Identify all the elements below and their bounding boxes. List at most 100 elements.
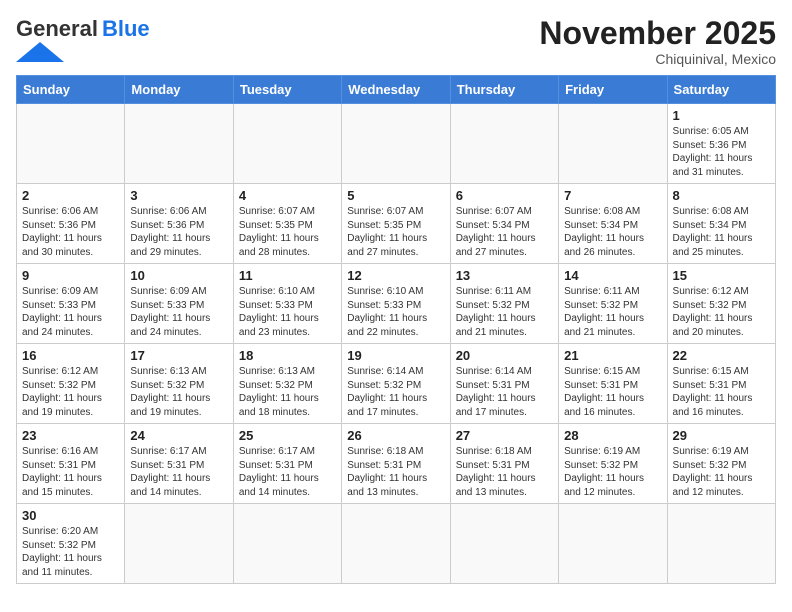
calendar-cell: 27 Sunrise: 6:18 AMSunset: 5:31 PMDayligh… (450, 424, 558, 504)
day-number: 2 (22, 188, 119, 203)
calendar-cell: 13 Sunrise: 6:11 AMSunset: 5:32 PMDayligh… (450, 264, 558, 344)
calendar-cell: 14Sunrise: 6:11 AMSunset: 5:32 PMDayligh… (559, 264, 667, 344)
cell-info: Sunrise: 6:09 AMSunset: 5:33 PMDaylight:… (22, 285, 119, 339)
week-row-3: 9Sunrise: 6:09 AMSunset: 5:33 PMDaylight… (17, 264, 776, 344)
calendar-cell: 29Sunrise: 6:19 AMSunset: 5:32 PMDayligh… (667, 424, 775, 504)
calendar-cell: 3 Sunrise: 6:06 AMSunset: 5:36 PMDaylight… (125, 184, 233, 264)
cell-info: Sunrise: 6:07 AMSunset: 5:35 PMDaylight:… (347, 205, 444, 259)
calendar-cell (667, 504, 775, 584)
cell-info: Sunrise: 6:15 AMSunset: 5:31 PMDaylight:… (673, 365, 770, 419)
calendar-cell: 5 Sunrise: 6:07 AMSunset: 5:35 PMDaylight… (342, 184, 450, 264)
cell-info: Sunrise: 6:17 AMSunset: 5:31 PMDaylight:… (130, 445, 227, 499)
cell-info: Sunrise: 6:18 AMSunset: 5:31 PMDaylight:… (456, 445, 553, 499)
day-number: 19 (347, 348, 444, 363)
calendar-cell: 17Sunrise: 6:13 AMSunset: 5:32 PMDayligh… (125, 344, 233, 424)
col-header-friday: Friday (559, 76, 667, 104)
cell-info: Sunrise: 6:10 AMSunset: 5:33 PMDaylight:… (347, 285, 444, 339)
cell-info: Sunrise: 6:10 AMSunset: 5:33 PMDaylight:… (239, 285, 336, 339)
cell-info: Sunrise: 6:16 AMSunset: 5:31 PMDaylight:… (22, 445, 119, 499)
calendar-cell: 28 Sunrise: 6:19 AMSunset: 5:32 PMDayligh… (559, 424, 667, 504)
calendar-cell: 4Sunrise: 6:07 AMSunset: 5:35 PMDaylight… (233, 184, 341, 264)
day-number: 1 (673, 108, 770, 123)
day-number: 28 (564, 428, 661, 443)
col-header-monday: Monday (125, 76, 233, 104)
cell-info: Sunrise: 6:07 AMSunset: 5:35 PMDaylight:… (239, 205, 336, 259)
calendar-cell: 30Sunrise: 6:20 AMSunset: 5:32 PMDayligh… (17, 504, 125, 584)
cell-info: Sunrise: 6:08 AMSunset: 5:34 PMDaylight:… (673, 205, 770, 259)
cell-info: Sunrise: 6:18 AMSunset: 5:31 PMDaylight:… (347, 445, 444, 499)
calendar-cell: 18Sunrise: 6:13 AMSunset: 5:32 PMDayligh… (233, 344, 341, 424)
cell-info: Sunrise: 6:14 AMSunset: 5:32 PMDaylight:… (347, 365, 444, 419)
day-number: 6 (456, 188, 553, 203)
day-number: 13 (456, 268, 553, 283)
calendar-cell (125, 104, 233, 184)
cell-info: Sunrise: 6:19 AMSunset: 5:32 PMDaylight:… (564, 445, 661, 499)
day-number: 12 (347, 268, 444, 283)
day-number: 3 (130, 188, 227, 203)
cell-info: Sunrise: 6:06 AMSunset: 5:36 PMDaylight:… (130, 205, 227, 259)
calendar-cell: 20Sunrise: 6:14 AMSunset: 5:31 PMDayligh… (450, 344, 558, 424)
week-row-2: 2 Sunrise: 6:06 AMSunset: 5:36 PMDaylight… (17, 184, 776, 264)
week-row-5: 23Sunrise: 6:16 AMSunset: 5:31 PMDayligh… (17, 424, 776, 504)
week-row-4: 16Sunrise: 6:12 AMSunset: 5:32 PMDayligh… (17, 344, 776, 424)
cell-info: Sunrise: 6:05 AMSunset: 5:36 PMDaylight:… (673, 125, 770, 179)
day-number: 27 (456, 428, 553, 443)
logo-text-general: General (16, 16, 98, 42)
calendar-cell (342, 104, 450, 184)
day-number: 10 (130, 268, 227, 283)
cell-info: Sunrise: 6:11 AMSunset: 5:32 PMDaylight:… (456, 285, 553, 339)
cell-info: Sunrise: 6:08 AMSunset: 5:34 PMDaylight:… (564, 205, 661, 259)
day-number: 22 (673, 348, 770, 363)
calendar-cell (342, 504, 450, 584)
day-number: 25 (239, 428, 336, 443)
day-number: 14 (564, 268, 661, 283)
week-row-6: 30Sunrise: 6:20 AMSunset: 5:32 PMDayligh… (17, 504, 776, 584)
calendar-cell (559, 104, 667, 184)
day-number: 29 (673, 428, 770, 443)
calendar-cell: 26 Sunrise: 6:18 AMSunset: 5:31 PMDayligh… (342, 424, 450, 504)
logo-icon (16, 42, 64, 62)
calendar-cell (17, 104, 125, 184)
calendar-cell (233, 104, 341, 184)
cell-info: Sunrise: 6:07 AMSunset: 5:34 PMDaylight:… (456, 205, 553, 259)
day-number: 11 (239, 268, 336, 283)
calendar-cell: 12 Sunrise: 6:10 AMSunset: 5:33 PMDayligh… (342, 264, 450, 344)
day-number: 17 (130, 348, 227, 363)
calendar-cell: 19 Sunrise: 6:14 AMSunset: 5:32 PMDayligh… (342, 344, 450, 424)
calendar-header-row: SundayMondayTuesdayWednesdayThursdayFrid… (17, 76, 776, 104)
day-number: 7 (564, 188, 661, 203)
col-header-sunday: Sunday (17, 76, 125, 104)
calendar-cell (450, 504, 558, 584)
week-row-1: 1 Sunrise: 6:05 AMSunset: 5:36 PMDaylight… (17, 104, 776, 184)
calendar-cell (125, 504, 233, 584)
cell-info: Sunrise: 6:17 AMSunset: 5:31 PMDaylight:… (239, 445, 336, 499)
calendar-cell: 23Sunrise: 6:16 AMSunset: 5:31 PMDayligh… (17, 424, 125, 504)
calendar-cell: 6 Sunrise: 6:07 AMSunset: 5:34 PMDaylight… (450, 184, 558, 264)
day-number: 24 (130, 428, 227, 443)
cell-info: Sunrise: 6:12 AMSunset: 5:32 PMDaylight:… (22, 365, 119, 419)
cell-info: Sunrise: 6:20 AMSunset: 5:32 PMDaylight:… (22, 525, 119, 579)
day-number: 15 (673, 268, 770, 283)
calendar-cell: 1 Sunrise: 6:05 AMSunset: 5:36 PMDaylight… (667, 104, 775, 184)
day-number: 26 (347, 428, 444, 443)
day-number: 21 (564, 348, 661, 363)
title-block: November 2025 Chiquinival, Mexico (539, 16, 776, 67)
calendar-cell: 7 Sunrise: 6:08 AMSunset: 5:34 PMDaylight… (559, 184, 667, 264)
calendar-cell: 24 Sunrise: 6:17 AMSunset: 5:31 PMDayligh… (125, 424, 233, 504)
calendar-cell (559, 504, 667, 584)
day-number: 5 (347, 188, 444, 203)
col-header-saturday: Saturday (667, 76, 775, 104)
col-header-thursday: Thursday (450, 76, 558, 104)
calendar-cell: 21Sunrise: 6:15 AMSunset: 5:31 PMDayligh… (559, 344, 667, 424)
calendar-cell: 8Sunrise: 6:08 AMSunset: 5:34 PMDaylight… (667, 184, 775, 264)
calendar-cell: 10 Sunrise: 6:09 AMSunset: 5:33 PMDayligh… (125, 264, 233, 344)
col-header-tuesday: Tuesday (233, 76, 341, 104)
day-number: 20 (456, 348, 553, 363)
cell-info: Sunrise: 6:06 AMSunset: 5:36 PMDaylight:… (22, 205, 119, 259)
cell-info: Sunrise: 6:13 AMSunset: 5:32 PMDaylight:… (239, 365, 336, 419)
logo-text-blue: Blue (102, 16, 150, 42)
calendar-cell (233, 504, 341, 584)
cell-info: Sunrise: 6:09 AMSunset: 5:33 PMDaylight:… (130, 285, 227, 339)
logo: General Blue (16, 16, 150, 62)
calendar-cell: 2 Sunrise: 6:06 AMSunset: 5:36 PMDaylight… (17, 184, 125, 264)
